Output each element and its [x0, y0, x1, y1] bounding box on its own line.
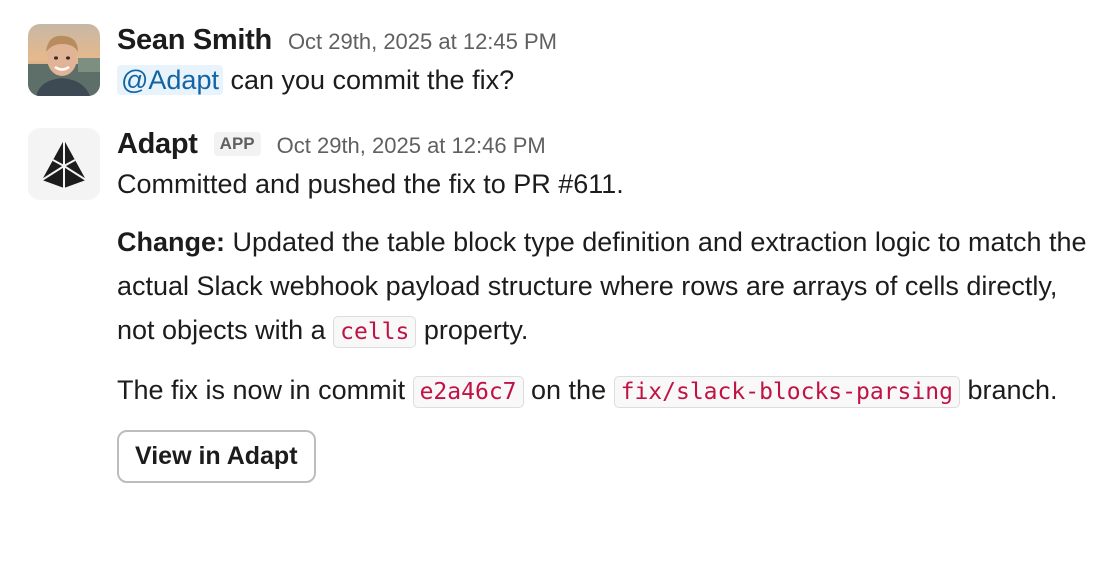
- view-in-adapt-button[interactable]: View in Adapt: [117, 430, 316, 483]
- message-body: Committed and pushed the fix to PR #611.…: [117, 162, 1088, 414]
- commit-text-2: on the: [523, 375, 614, 405]
- message-timestamp[interactable]: Oct 29th, 2025 at 12:46 PM: [277, 133, 546, 159]
- app-badge: APP: [213, 132, 261, 156]
- inline-code-cells: cells: [333, 316, 417, 348]
- change-paragraph: Change: Updated the table block type def…: [117, 220, 1088, 354]
- sender-name[interactable]: Adapt: [117, 128, 198, 161]
- inline-code-commit-hash: e2a46c7: [412, 376, 524, 408]
- commit-paragraph: The fix is now in commit e2a46c7 on the …: [117, 368, 1088, 414]
- change-text: Updated the table block type definition …: [117, 227, 1087, 345]
- message-body: @Adapt can you commit the fix?: [117, 58, 1088, 102]
- user-avatar[interactable]: [28, 24, 100, 96]
- user-mention[interactable]: @Adapt: [117, 65, 223, 95]
- message-sean-smith: Sean Smith Oct 29th, 2025 at 12:45 PM @A…: [28, 24, 1088, 102]
- message-line: Committed and pushed the fix to PR #611.: [117, 169, 624, 199]
- message-adapt: Adapt APP Oct 29th, 2025 at 12:46 PM Com…: [28, 128, 1088, 483]
- change-tail: property.: [416, 315, 529, 345]
- adapt-logo-icon: [41, 140, 87, 188]
- commit-text-3: branch.: [959, 375, 1058, 405]
- change-label: Change:: [117, 227, 225, 257]
- user-photo-avatar-icon: [28, 24, 100, 96]
- inline-code-branch: fix/slack-blocks-parsing: [613, 376, 960, 408]
- message-timestamp[interactable]: Oct 29th, 2025 at 12:45 PM: [288, 29, 557, 55]
- commit-text-1: The fix is now in commit: [117, 375, 413, 405]
- app-avatar[interactable]: [28, 128, 100, 200]
- message-text: can you commit the fix?: [222, 65, 515, 95]
- sender-name[interactable]: Sean Smith: [117, 24, 272, 57]
